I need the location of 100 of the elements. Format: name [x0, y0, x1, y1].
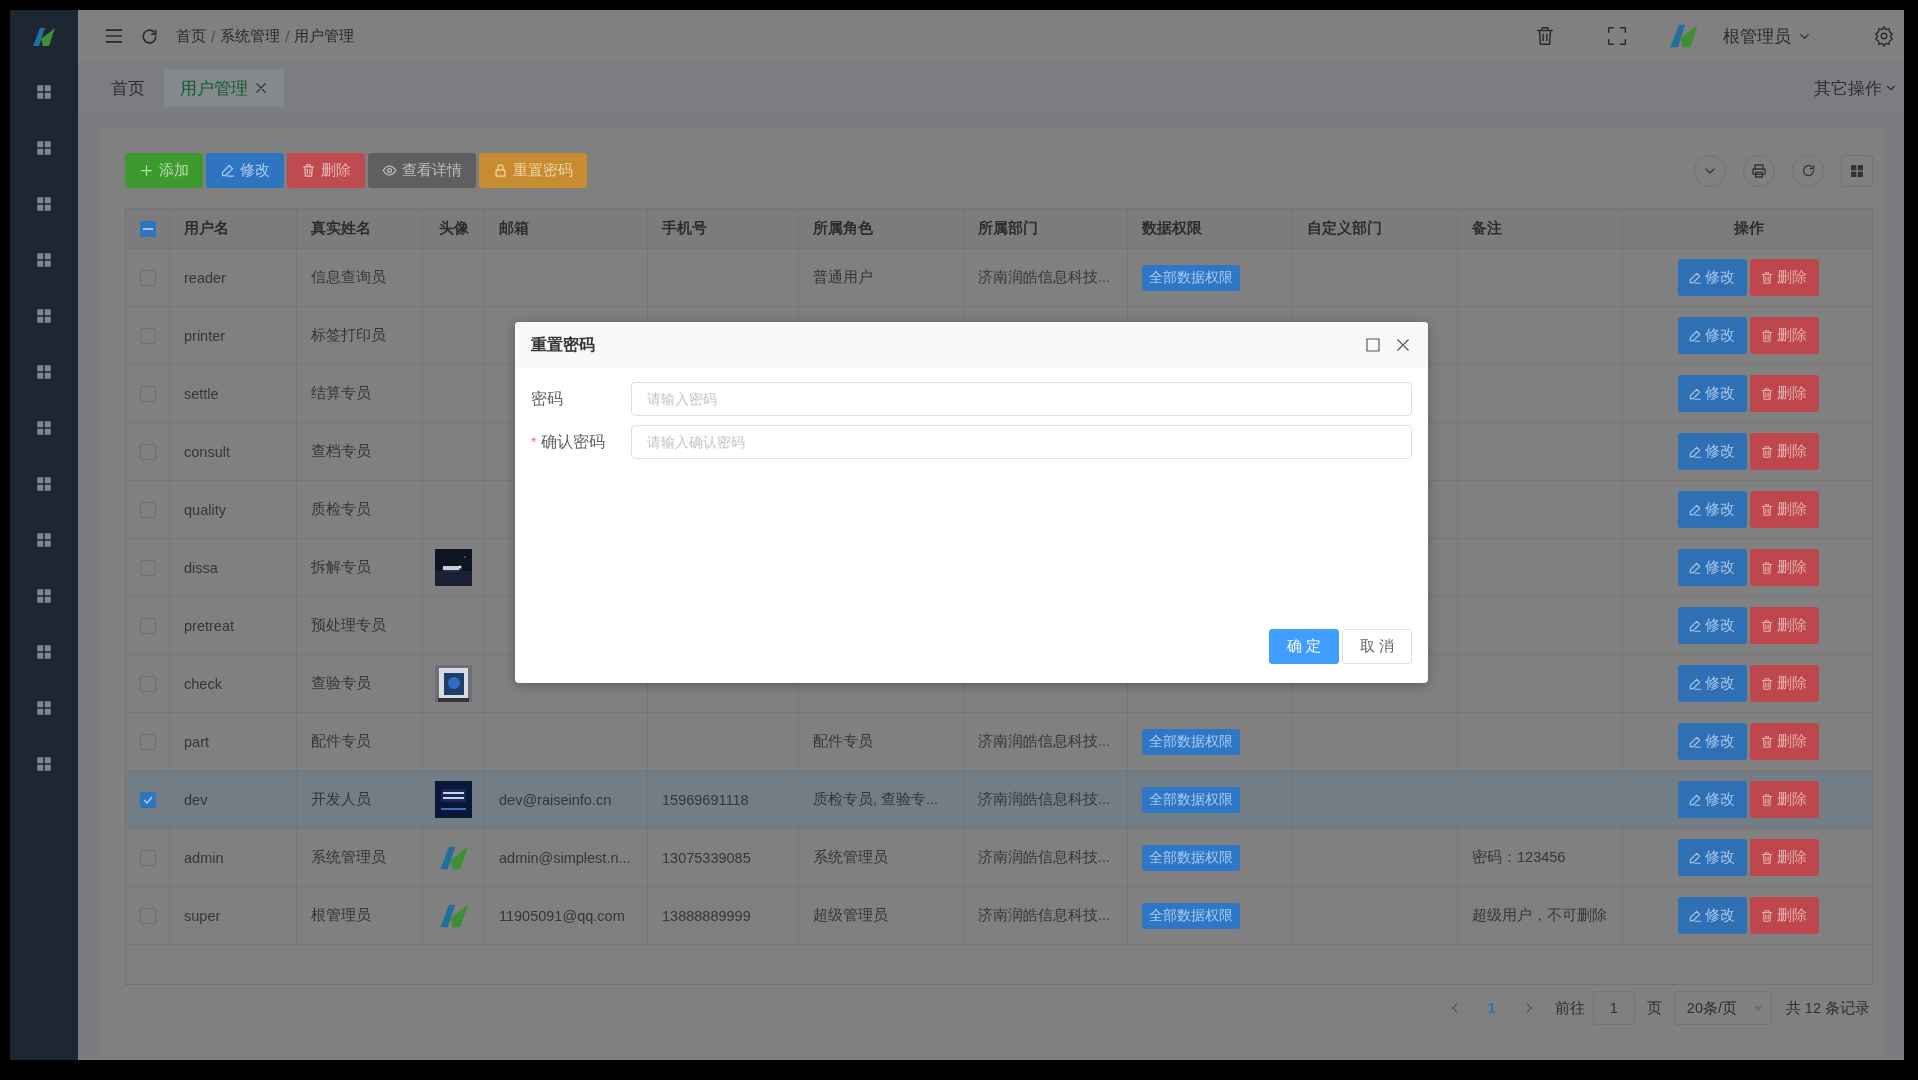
grid-icon[interactable]	[35, 755, 53, 773]
refresh-button[interactable]	[1792, 154, 1824, 187]
table-cell: 超级用户，不可删除	[1472, 906, 1607, 925]
column-header: 邮箱	[499, 219, 529, 238]
breadcrumb-link[interactable]: 首页	[176, 26, 206, 46]
table-cell: dev	[184, 791, 208, 808]
pencil-icon	[1688, 328, 1702, 343]
close-icon[interactable]	[254, 81, 268, 95]
plus-icon	[139, 163, 154, 178]
edit-button[interactable]: 修改	[1678, 897, 1747, 934]
edit-button[interactable]: 修改	[1678, 549, 1747, 586]
edit-button[interactable]: 修改	[1678, 433, 1747, 470]
cancel-button[interactable]: 取消	[1342, 629, 1412, 664]
delete-button[interactable]: 删除	[1750, 839, 1819, 876]
print-button[interactable]	[1743, 154, 1775, 187]
delete-button[interactable]: 删除	[1750, 375, 1819, 412]
table-cell: 济南润皓信息科技...	[978, 848, 1111, 867]
confirm-button[interactable]: 确定	[1269, 629, 1339, 664]
trash-icon	[1760, 502, 1774, 517]
maximize-icon[interactable]	[1364, 336, 1382, 354]
logo-icon[interactable]	[32, 25, 56, 49]
trash-icon	[1760, 676, 1774, 691]
close-icon[interactable]	[1394, 336, 1412, 354]
trash-icon	[1760, 618, 1774, 633]
reset-button[interactable]: 重置密码	[479, 153, 587, 188]
grid-icon[interactable]	[35, 419, 53, 437]
edit-button[interactable]: 修改	[1678, 259, 1747, 296]
delete-button[interactable]: 删除	[1750, 317, 1819, 354]
page-input[interactable]: 1	[1592, 991, 1635, 1025]
grid-icon[interactable]	[35, 139, 53, 157]
menu-icon[interactable]	[104, 26, 124, 46]
edit-button[interactable]: 修改	[1678, 723, 1747, 760]
delete-button[interactable]: 删除	[1750, 259, 1819, 296]
delete-button[interactable]: 删除	[1750, 897, 1819, 934]
delete-button[interactable]: 删除	[1750, 607, 1819, 644]
checkbox[interactable]	[139, 220, 156, 237]
password-field[interactable]: 请输入确认密码	[631, 425, 1412, 459]
table-cell: dev@raiseinfo.cn	[499, 791, 612, 808]
field-label: 确认密码	[541, 431, 606, 452]
trash-icon[interactable]	[1534, 25, 1556, 47]
table-cell: admin@simplest.n...	[499, 849, 631, 866]
trash-icon	[1760, 908, 1774, 923]
grid-icon[interactable]	[35, 83, 53, 101]
breadcrumb-link[interactable]: 用户管理	[294, 26, 355, 46]
password-field[interactable]: 请输入密码	[631, 382, 1412, 416]
grid-icon[interactable]	[35, 475, 53, 493]
fullscreen-icon[interactable]	[1606, 25, 1628, 47]
trash-icon	[1760, 734, 1774, 749]
table-cell: 开发人员	[311, 790, 371, 809]
view-button[interactable]: 查看详情	[368, 153, 476, 188]
edit-button[interactable]: 修改	[1678, 491, 1747, 528]
columns-button[interactable]	[1841, 154, 1873, 187]
tab[interactable]: 首页	[95, 69, 161, 107]
grid-icon[interactable]	[35, 531, 53, 549]
breadcrumb-link[interactable]: 系统管理	[220, 26, 281, 46]
pencil-icon	[1688, 850, 1702, 865]
table-cell: 配件专员	[813, 732, 873, 751]
table-cell: 查档专员	[311, 442, 371, 461]
delete-button[interactable]: 删除	[1750, 549, 1819, 586]
grid-icon[interactable]	[35, 699, 53, 717]
table-cell: 系统管理员	[311, 848, 386, 867]
pencil-icon	[1688, 792, 1702, 807]
column-header: 操作	[1733, 219, 1764, 238]
pencil-icon	[1688, 908, 1702, 923]
edit-button[interactable]: 修改	[206, 153, 284, 188]
user-name[interactable]: 根管理员	[1723, 24, 1791, 48]
table-cell: settle	[184, 385, 219, 402]
grid-icon[interactable]	[35, 195, 53, 213]
edit-button[interactable]: 修改	[1678, 781, 1747, 818]
table-cell: check	[184, 675, 222, 692]
page-size-select[interactable]: 20条/页	[1673, 991, 1772, 1025]
table-cell: 质检专员	[311, 500, 371, 519]
delete-button[interactable]: 删除	[1750, 665, 1819, 702]
settings-icon[interactable]	[1873, 25, 1895, 47]
edit-button[interactable]: 修改	[1678, 607, 1747, 644]
edit-button[interactable]: 修改	[1678, 839, 1747, 876]
delete-button[interactable]: 删除	[1750, 433, 1819, 470]
grid-icon[interactable]	[35, 307, 53, 325]
eye-icon	[382, 163, 397, 178]
edit-button[interactable]: 修改	[1678, 375, 1747, 412]
tab[interactable]: 用户管理	[164, 69, 284, 107]
delete-button[interactable]: 删除	[1750, 491, 1819, 528]
checkbox[interactable]	[139, 791, 156, 808]
table-cell: 根管理员	[311, 906, 371, 925]
table-cell: 济南润皓信息科技...	[978, 268, 1111, 287]
grid-icon[interactable]	[35, 643, 53, 661]
add-button[interactable]: 添加	[125, 153, 203, 188]
delete-button[interactable]: 删除	[1750, 723, 1819, 760]
more-actions-menu[interactable]: 其它操作	[1814, 76, 1882, 100]
delete-button[interactable]: 删除	[287, 153, 365, 188]
grid-icon[interactable]	[35, 587, 53, 605]
table-cell: 结算专员	[311, 384, 371, 403]
grid-icon[interactable]	[35, 251, 53, 269]
table-cell: 查验专员	[311, 674, 371, 693]
delete-button[interactable]: 删除	[1750, 781, 1819, 818]
refresh-icon[interactable]	[140, 26, 159, 46]
edit-button[interactable]: 修改	[1678, 317, 1747, 354]
edit-button[interactable]: 修改	[1678, 665, 1747, 702]
column-header: 所属部门	[978, 219, 1038, 238]
grid-icon[interactable]	[35, 363, 53, 381]
